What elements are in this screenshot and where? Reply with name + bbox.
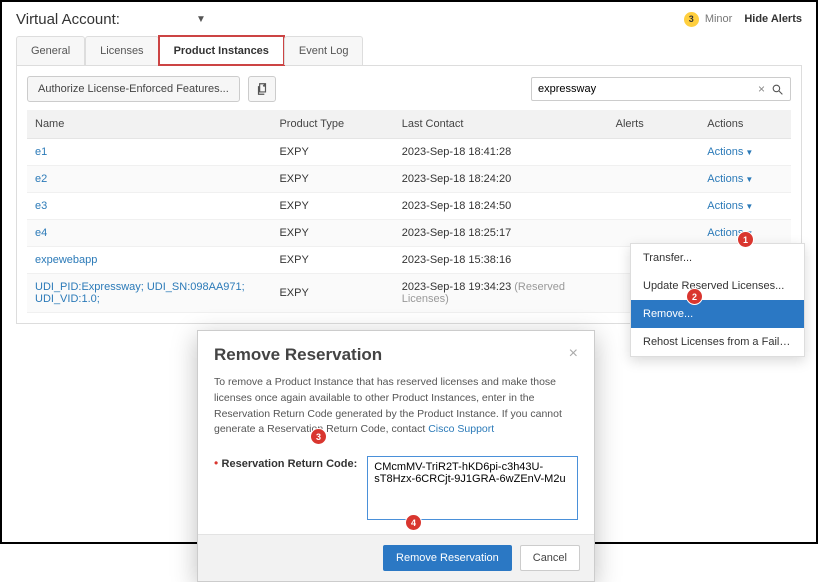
chevron-down-icon: ▼: [745, 175, 753, 184]
last-contact-cell: 2023-Sep-18 15:38:16: [394, 247, 608, 274]
required-indicator: •: [214, 456, 218, 470]
virtual-account-label: Virtual Account: ▼: [16, 11, 206, 28]
chevron-down-icon: ▼: [745, 148, 753, 157]
search-input[interactable]: [538, 83, 754, 95]
cisco-support-link[interactable]: Cisco Support: [428, 423, 494, 435]
instance-name-link[interactable]: e1: [35, 146, 47, 158]
actions-menu-trigger[interactable]: Actions ▼: [707, 146, 753, 158]
instance-name-link[interactable]: e4: [35, 227, 47, 239]
table-row: e3 EXPY2023-Sep-18 18:24:50 Actions ▼: [27, 193, 791, 220]
instance-name-link[interactable]: expewebapp: [35, 254, 97, 266]
product-type-cell: EXPY: [271, 247, 393, 274]
col-alerts[interactable]: Alerts: [608, 110, 700, 139]
return-code-label-wrap: • Reservation Return Code:: [214, 456, 357, 470]
alert-severity: Minor: [705, 13, 733, 25]
return-code-label: Reservation Return Code:: [222, 456, 358, 470]
modal-footer: Remove Reservation Cancel: [198, 534, 594, 581]
cancel-button[interactable]: Cancel: [520, 545, 580, 571]
alerts-cell: [608, 139, 700, 166]
remove-reservation-button[interactable]: Remove Reservation: [383, 545, 512, 571]
instance-name-link[interactable]: UDI_PID:Expressway; UDI_SN:098AA971; UDI…: [35, 281, 245, 305]
remove-reservation-modal: Remove Reservation × To remove a Product…: [197, 330, 595, 582]
virtual-account-dropdown[interactable]: ▼: [196, 14, 206, 25]
last-contact-cell: 2023-Sep-18 18:24:50: [394, 193, 608, 220]
authorize-button[interactable]: Authorize License-Enforced Features...: [27, 76, 240, 102]
modal-form-row: • Reservation Return Code:: [198, 450, 594, 534]
col-last-contact[interactable]: Last Contact: [394, 110, 608, 139]
dropdown-item-rehost[interactable]: Rehost Licenses from a Failed Product...: [631, 328, 804, 356]
tab-event-log[interactable]: Event Log: [284, 36, 364, 65]
alerts-cell: [608, 193, 700, 220]
clear-search-icon[interactable]: ×: [754, 82, 769, 96]
dropdown-item-update[interactable]: Update Reserved Licenses...: [631, 272, 804, 300]
product-type-cell: EXPY: [271, 220, 393, 247]
dropdown-item-remove[interactable]: Remove...: [631, 300, 804, 328]
alerts-area: 3 Minor Hide Alerts: [684, 12, 802, 27]
actions-menu-trigger[interactable]: Actions ▼: [707, 173, 753, 185]
table-header-row: Name Product Type Last Contact Alerts Ac…: [27, 110, 791, 139]
callout-1: 1: [738, 232, 753, 247]
export-icon: [255, 82, 269, 96]
alerts-cell: [608, 166, 700, 193]
dropdown-item-transfer[interactable]: Transfer...: [631, 244, 804, 272]
product-type-cell: EXPY: [271, 193, 393, 220]
modal-header: Remove Reservation ×: [198, 331, 594, 371]
modal-title: Remove Reservation: [214, 345, 382, 365]
top-bar: Virtual Account: ▼ 3 Minor Hide Alerts: [2, 2, 816, 28]
last-contact-cell: 2023-Sep-18 18:24:20: [394, 166, 608, 193]
alert-count-badge[interactable]: 3: [684, 12, 699, 27]
last-contact-cell: 2023-Sep-18 18:25:17: [394, 220, 608, 247]
tab-bar: General Licenses Product Instances Event…: [2, 28, 816, 65]
col-name[interactable]: Name: [27, 110, 271, 139]
modal-close-icon[interactable]: ×: [569, 345, 578, 365]
last-contact-cell: 2023-Sep-18 19:34:23 (Reserved Licenses): [394, 274, 608, 313]
chevron-down-icon: ▼: [745, 202, 753, 211]
actions-menu-trigger[interactable]: Actions ▼: [707, 200, 753, 212]
product-type-cell: EXPY: [271, 139, 393, 166]
table-row: e1 EXPY2023-Sep-18 18:41:28 Actions ▼: [27, 139, 791, 166]
callout-3: 3: [311, 429, 326, 444]
col-actions: Actions: [699, 110, 791, 139]
export-icon-button[interactable]: [248, 76, 276, 102]
callout-4: 4: [406, 515, 421, 530]
hide-alerts-link[interactable]: Hide Alerts: [744, 13, 802, 25]
tab-licenses[interactable]: Licenses: [85, 36, 158, 65]
callout-2: 2: [687, 289, 702, 304]
modal-body-text: To remove a Product Instance that has re…: [214, 376, 562, 435]
search-icon[interactable]: [769, 83, 786, 96]
last-contact-cell: 2023-Sep-18 18:41:28: [394, 139, 608, 166]
tab-product-instances[interactable]: Product Instances: [159, 36, 284, 65]
toolbar: Authorize License-Enforced Features... ×: [27, 76, 791, 102]
instance-name-link[interactable]: e2: [35, 173, 47, 185]
product-type-cell: EXPY: [271, 274, 393, 313]
return-code-input[interactable]: [367, 456, 578, 520]
instance-name-link[interactable]: e3: [35, 200, 47, 212]
tab-general[interactable]: General: [16, 36, 85, 65]
search-box[interactable]: ×: [531, 77, 791, 101]
table-row: e2 EXPY2023-Sep-18 18:24:20 Actions ▼: [27, 166, 791, 193]
actions-dropdown[interactable]: Transfer... Update Reserved Licenses... …: [630, 243, 805, 357]
modal-body: To remove a Product Instance that has re…: [198, 371, 594, 450]
col-product-type[interactable]: Product Type: [271, 110, 393, 139]
virtual-account-text: Virtual Account:: [16, 11, 120, 28]
product-type-cell: EXPY: [271, 166, 393, 193]
